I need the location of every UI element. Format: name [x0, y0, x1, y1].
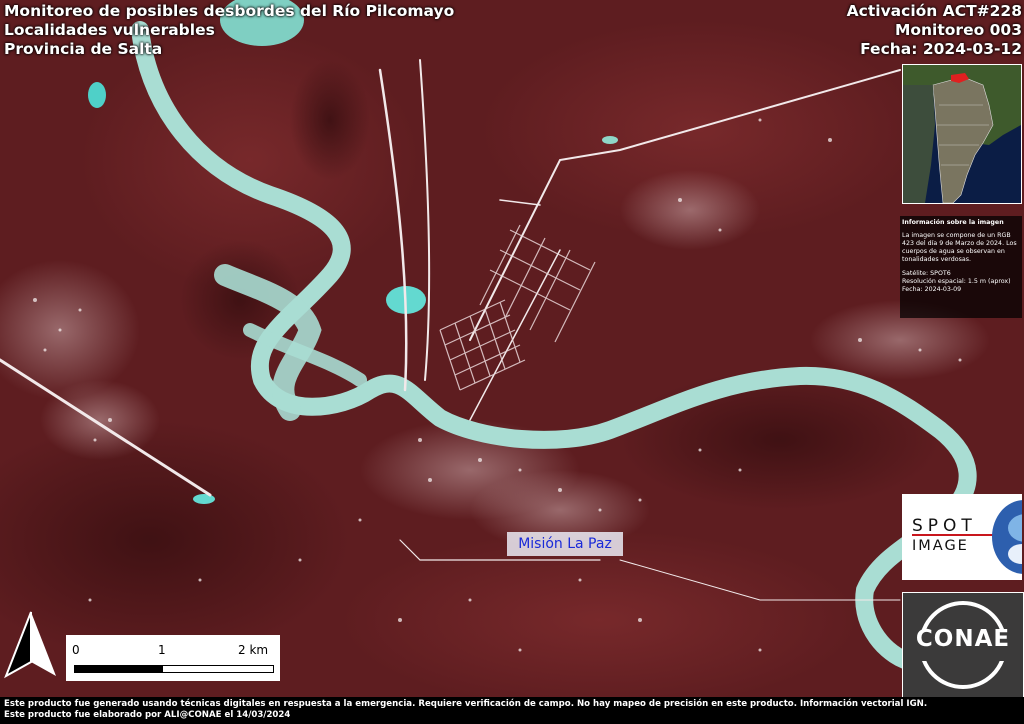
activation-date: Fecha: 2024-03-12: [860, 40, 1022, 58]
north-arrow-icon: [2, 608, 60, 682]
spot-logo-divider: [912, 534, 998, 536]
map-subtitle: Localidades vulnerables: [4, 21, 215, 39]
scale-label-2km: 2 km: [238, 643, 269, 657]
place-label-mision-la-paz: Misión La Paz: [507, 532, 623, 556]
spot-logo-line1: SPOT: [912, 516, 977, 536]
footer-line-2: Este producto fue elaborado por ALI@CONA…: [4, 710, 291, 720]
conae-logo: CONAE: [902, 592, 1024, 698]
satellite-map[interactable]: Monitoreo de posibles desbordes del Río …: [0, 0, 1024, 724]
scale-bar: 0 1 2 km: [66, 635, 280, 681]
argentina-locator-map: [903, 65, 1021, 203]
map-province: Provincia de Salta: [4, 40, 163, 58]
spot-image-logo: SPOT IMAGE: [902, 494, 1022, 580]
image-info-satellite: Satélite: SPOT6: [902, 270, 951, 277]
image-info-date: Fecha: 2024-03-09: [902, 286, 962, 293]
activation-code: Activación ACT#228: [846, 2, 1022, 20]
activation-block: Activación ACT#228 Monitoreo 003 Fecha: …: [847, 2, 1022, 59]
footer-disclaimer: Este producto fue generado usando técnic…: [0, 697, 1024, 724]
spot-logo-line2: IMAGE: [912, 538, 969, 554]
image-info-panel: Información sobre la imagen La imagen se…: [900, 216, 1022, 318]
map-title-block: Monitoreo de posibles desbordes del Río …: [4, 2, 454, 59]
scale-segment-2: [162, 665, 274, 673]
scale-label-0: 0: [72, 643, 80, 657]
image-info-resolution: Resolución espacial: 1.5 m (aprox): [902, 278, 1011, 285]
globe-icon: [992, 500, 1022, 574]
map-imagery: [0, 0, 1024, 724]
locator-map-inset[interactable]: [902, 64, 1022, 204]
map-title: Monitoreo de posibles desbordes del Río …: [4, 2, 455, 20]
conae-logo-text: CONAE: [915, 626, 1011, 652]
image-info-description: La imagen se compone de un RGB 423 del d…: [902, 232, 1017, 263]
monitoring-number: Monitoreo 003: [894, 21, 1022, 39]
scale-segment-1: [74, 665, 162, 673]
image-info-header: Información sobre la imagen: [902, 219, 1004, 226]
footer-line-1: Este producto fue generado usando técnic…: [4, 699, 928, 709]
scale-label-1: 1: [158, 643, 166, 657]
